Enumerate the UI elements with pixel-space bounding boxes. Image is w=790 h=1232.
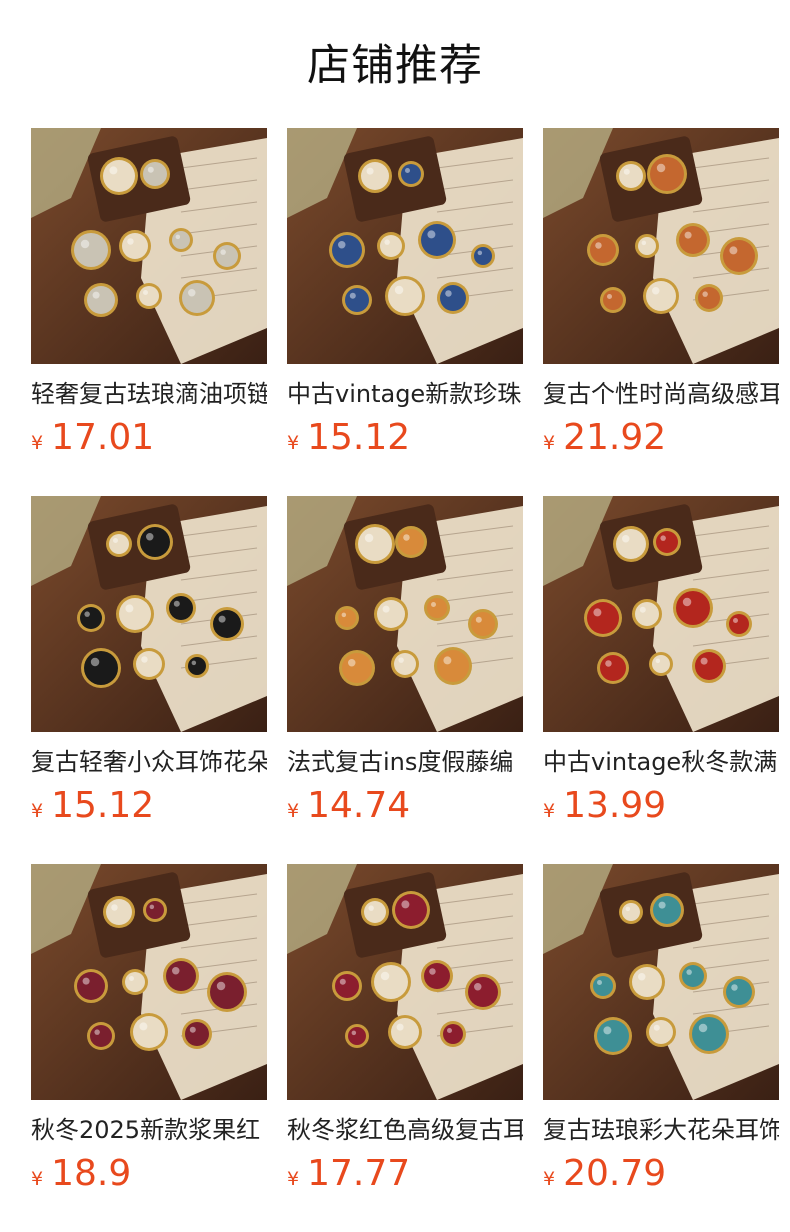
product-image[interactable] (543, 496, 779, 732)
currency-symbol: ¥ (287, 432, 300, 454)
product-image[interactable] (31, 864, 267, 1100)
product-card[interactable]: 复古个性时尚高级感耳 ¥21.92 (543, 128, 779, 468)
product-image[interactable] (31, 128, 267, 364)
product-card[interactable]: 复古轻奢小众耳饰花朵 ¥15.12 (31, 496, 267, 836)
currency-symbol: ¥ (31, 432, 44, 454)
product-image[interactable] (543, 128, 779, 364)
product-name[interactable]: 秋冬2025新款浆果红 (31, 1113, 267, 1147)
product-name[interactable]: 轻奢复古珐琅滴油项链 (31, 377, 267, 411)
product-name[interactable]: 复古轻奢小众耳饰花朵 (31, 745, 267, 779)
currency-symbol: ¥ (31, 1168, 44, 1190)
product-grid: 轻奢复古珐琅滴油项链 ¥17.01 中古vintage新款珍珠 ¥15.12 复古个性时… (0, 0, 790, 1232)
price-amount: 21.92 (563, 417, 667, 458)
product-photo (287, 496, 523, 732)
product-photo (31, 128, 267, 364)
product-image[interactable] (287, 864, 523, 1100)
price-amount: 15.12 (51, 785, 155, 826)
currency-symbol: ¥ (287, 1168, 300, 1190)
product-price: ¥14.74 (287, 784, 410, 828)
price-amount: 15.12 (307, 417, 411, 458)
product-photo (287, 864, 523, 1100)
product-name[interactable]: 复古珐琅彩大花朵耳饰 (543, 1113, 779, 1147)
product-name[interactable]: 法式复古ins度假藤编 (287, 745, 523, 779)
price-amount: 17.01 (51, 417, 155, 458)
currency-symbol: ¥ (31, 800, 44, 822)
currency-symbol: ¥ (287, 800, 300, 822)
currency-symbol: ¥ (543, 800, 556, 822)
product-card[interactable]: 秋冬2025新款浆果红 ¥18.9 (31, 864, 267, 1204)
price-amount: 18.9 (51, 1153, 132, 1194)
product-photo (287, 128, 523, 364)
product-card[interactable]: 中古vintage新款珍珠 ¥15.12 (287, 128, 523, 468)
product-photo (543, 496, 779, 732)
product-photo (31, 864, 267, 1100)
price-amount: 14.74 (307, 785, 411, 826)
product-card[interactable]: 中古vintage秋冬款满 ¥13.99 (543, 496, 779, 836)
product-photo (543, 128, 779, 364)
product-price: ¥17.77 (287, 1152, 410, 1196)
product-photo (543, 864, 779, 1100)
price-amount: 17.77 (307, 1153, 411, 1194)
product-photo (31, 496, 267, 732)
product-card[interactable]: 复古珐琅彩大花朵耳饰 ¥20.79 (543, 864, 779, 1204)
product-image[interactable] (287, 128, 523, 364)
product-price: ¥13.99 (543, 784, 666, 828)
product-name[interactable]: 中古vintage秋冬款满 (543, 745, 779, 779)
product-card[interactable]: 法式复古ins度假藤编 ¥14.74 (287, 496, 523, 836)
price-amount: 13.99 (563, 785, 667, 826)
product-image[interactable] (543, 864, 779, 1100)
product-name[interactable]: 中古vintage新款珍珠 (287, 377, 523, 411)
product-price: ¥18.9 (31, 1152, 131, 1196)
product-price: ¥17.01 (31, 416, 154, 460)
currency-symbol: ¥ (543, 1168, 556, 1190)
product-price: ¥21.92 (543, 416, 666, 460)
price-amount: 20.79 (563, 1153, 667, 1194)
product-name[interactable]: 复古个性时尚高级感耳 (543, 377, 779, 411)
product-price: ¥15.12 (31, 784, 154, 828)
product-card[interactable]: 轻奢复古珐琅滴油项链 ¥17.01 (31, 128, 267, 468)
product-name[interactable]: 秋冬浆红色高级复古耳 (287, 1113, 523, 1147)
recommended-products-page: 店铺推荐 轻奢复古珐琅滴油项链 ¥17.01 中古vintage新款珍珠 ¥15.12… (0, 0, 790, 1232)
product-image[interactable] (31, 496, 267, 732)
currency-symbol: ¥ (543, 432, 556, 454)
product-price: ¥15.12 (287, 416, 410, 460)
product-card[interactable]: 秋冬浆红色高级复古耳 ¥17.77 (287, 864, 523, 1204)
product-image[interactable] (287, 496, 523, 732)
product-price: ¥20.79 (543, 1152, 666, 1196)
